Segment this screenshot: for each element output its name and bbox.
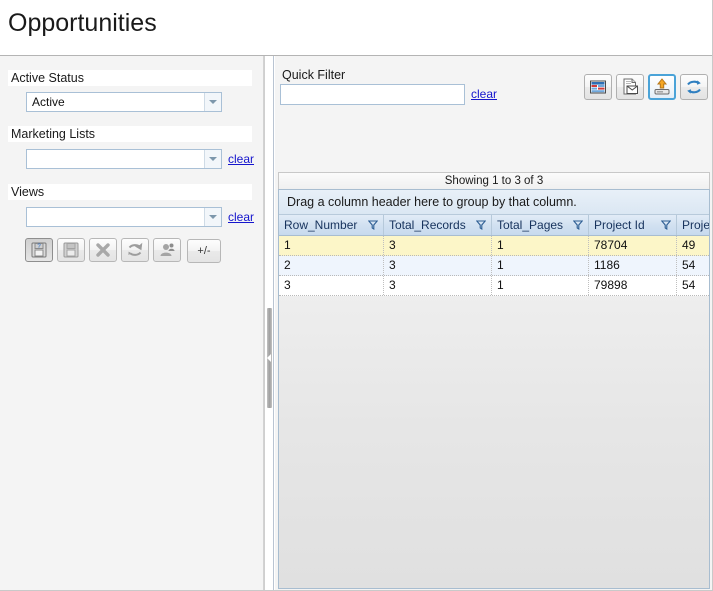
marketing-lists-clear-link[interactable]: clear (228, 152, 254, 166)
quick-filter-clear-link[interactable]: clear (471, 87, 497, 101)
cell-row-number: 2 (279, 256, 384, 275)
delete-view-button[interactable] (89, 238, 117, 262)
cell-total-pages: 1 (492, 236, 589, 255)
table-row[interactable]: 2 3 1 1186 54 (279, 256, 709, 276)
cell-project-truncated: 54 (682, 278, 696, 292)
cell-project-id: 79898 (589, 276, 677, 295)
chevron-down-icon[interactable] (204, 208, 221, 226)
application-window: Opportunities Active Status Active Marke… (0, 0, 713, 591)
quick-filter-label: Quick Filter (282, 68, 346, 82)
column-header-label: Total_Pages (497, 218, 564, 232)
panel-splitter[interactable] (264, 56, 274, 590)
group-by-drop-panel[interactable]: Drag a column header here to group by th… (279, 190, 709, 215)
quick-filter-input[interactable] (280, 84, 465, 105)
report-grid-button[interactable] (584, 74, 612, 100)
grid-report-icon (590, 80, 606, 94)
floppy-disk-icon (63, 242, 79, 258)
cell-row-number: 1 (279, 236, 384, 255)
filter-sidebar: Active Status Active Marketing Lists cle… (0, 56, 264, 590)
cell-total-records: 3 (384, 256, 492, 275)
filter-icon[interactable] (573, 220, 583, 230)
marketing-lists-select[interactable] (26, 149, 222, 169)
refresh-arrows-icon (687, 80, 701, 94)
filter-icon[interactable] (476, 220, 486, 230)
data-grid: Drag a column header here to group by th… (278, 189, 710, 589)
column-header-project-truncated[interactable]: Projec (677, 215, 710, 235)
floppy-question-icon: ? (31, 242, 47, 258)
cell-project-truncated: 54 (682, 258, 696, 272)
active-status-label: Active Status (8, 70, 252, 86)
cell-project-truncated: 49 (682, 238, 696, 252)
column-header-total-records[interactable]: Total_Records (384, 215, 492, 235)
column-header-project-id[interactable]: Project Id (589, 215, 677, 235)
chevron-down-icon[interactable] (204, 150, 221, 168)
cell-project-id: 1186 (589, 256, 677, 275)
column-header-row-number[interactable]: Row_Number (279, 215, 384, 235)
opportunities-grid-panel: Quick Filter clear Showing 1 to 3 of 3 D… (275, 56, 712, 590)
table-row[interactable]: 1 3 1 78704 49 (279, 236, 709, 256)
active-status-value: Active (32, 95, 65, 109)
column-header-label: Project Id (594, 218, 645, 232)
toggle-columns-label: +/- (197, 245, 211, 257)
marketing-lists-label: Marketing Lists (8, 126, 252, 142)
email-export-button[interactable] (616, 74, 644, 100)
page-title: Opportunities (8, 9, 157, 37)
document-envelope-icon (623, 78, 638, 95)
export-upload-button[interactable] (648, 74, 676, 100)
toggle-columns-button[interactable]: +/- (187, 239, 221, 263)
grid-header-row: Row_Number Total_Records Total_Pages Pro… (279, 215, 709, 236)
showing-count-bar: Showing 1 to 3 of 3 (278, 172, 710, 189)
active-status-select[interactable]: Active (26, 92, 222, 112)
cell-project-id: 78704 (589, 236, 677, 255)
delete-x-icon (96, 243, 110, 257)
cell-total-pages: 1 (492, 256, 589, 275)
share-view-button[interactable] (153, 238, 181, 262)
column-header-label: Projec (682, 218, 710, 232)
cell-total-pages: 1 (492, 276, 589, 295)
user-share-icon (160, 243, 175, 256)
cell-row-number: 3 (279, 276, 384, 295)
refresh-view-button[interactable] (121, 238, 149, 262)
splitter-collapse-handle[interactable] (267, 308, 272, 408)
refresh-arrows-icon (128, 242, 143, 256)
column-header-label: Row_Number (284, 218, 358, 232)
views-select[interactable] (26, 207, 222, 227)
table-row[interactable]: 3 3 1 79898 54 (279, 276, 709, 296)
upload-disk-icon (654, 78, 670, 95)
column-header-label: Total_Records (389, 218, 466, 232)
cell-total-records: 3 (384, 276, 492, 295)
cell-total-records: 3 (384, 236, 492, 255)
split-container: Active Status Active Marketing Lists cle… (0, 55, 712, 590)
filter-icon[interactable] (661, 220, 671, 230)
views-clear-link[interactable]: clear (228, 210, 254, 224)
column-header-total-pages[interactable]: Total_Pages (492, 215, 589, 235)
chevron-down-icon[interactable] (204, 93, 221, 111)
save-view-button[interactable] (57, 238, 85, 262)
filter-icon[interactable] (368, 220, 378, 230)
views-label: Views (8, 184, 252, 200)
save-as-view-button[interactable]: ? (25, 238, 53, 262)
refresh-grid-button[interactable] (680, 74, 708, 100)
